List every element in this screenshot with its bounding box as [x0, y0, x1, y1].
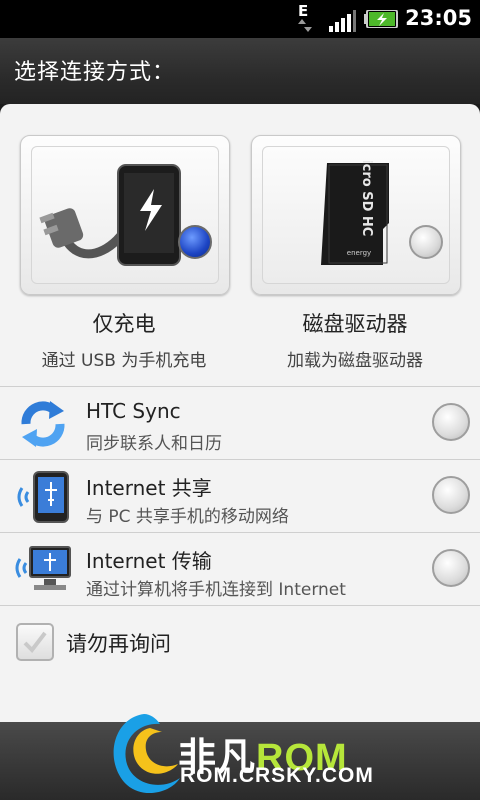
connection-type-dialog: 仅充电 通过 USB 为手机充电 micro SD HC energy 磁盘驱动… [0, 104, 480, 722]
option-subtitle: 同步联系人和日历 [86, 434, 222, 454]
disk-drive-label: 磁盘驱动器 [302, 312, 408, 336]
internet-sharing-radio[interactable] [432, 476, 470, 514]
computer-share-icon [15, 546, 71, 590]
option-title: Internet 传输 [86, 549, 212, 573]
dialog-title: 选择连接方式： [14, 60, 176, 85]
sync-icon [21, 401, 65, 447]
charge-only-tile[interactable] [20, 135, 230, 295]
option-htc-sync[interactable]: HTC Sync 同步联系人和日历 [0, 387, 480, 459]
network-e-icon: E [298, 2, 312, 32]
battery-charging-icon [364, 10, 398, 28]
option-internet-pass-through[interactable]: Internet 传输 通过计算机将手机连接到 Internet [0, 533, 480, 605]
svg-text:energy: energy [347, 249, 371, 257]
internet-pass-through-radio[interactable] [432, 549, 470, 587]
disk-drive-subtitle: 加载为磁盘驱动器 [287, 351, 423, 371]
status-time: 23:05 [405, 6, 472, 30]
charger-phone-icon [39, 164, 181, 266]
divider [0, 605, 480, 606]
svg-text:micro SD HC: micro SD HC [359, 161, 374, 236]
checkmark-icon [23, 631, 47, 654]
charge-only-radio[interactable] [178, 225, 212, 259]
option-subtitle: 通过计算机将手机连接到 Internet [86, 580, 346, 600]
option-subtitle: 与 PC 共享手机的移动网络 [86, 507, 289, 527]
charge-only-subtitle: 通过 USB 为手机充电 [41, 351, 207, 371]
disk-drive-tile[interactable]: micro SD HC energy [251, 135, 461, 295]
sd-card-icon: micro SD HC energy [321, 161, 389, 265]
phone-share-icon [17, 471, 69, 523]
watermark-url: ROM.CRSKY.COM [180, 764, 374, 787]
status-bar: E 23:05 [0, 0, 480, 38]
signal-icon [329, 10, 356, 32]
dont-ask-checkbox[interactable] [16, 623, 54, 661]
dialog-header: 选择连接方式： [0, 38, 480, 104]
htc-sync-radio[interactable] [432, 403, 470, 441]
dont-ask-label[interactable]: 请勿再询问 [66, 628, 171, 658]
option-title: Internet 共享 [86, 476, 212, 500]
charge-only-label: 仅充电 [92, 312, 156, 336]
option-internet-sharing[interactable]: Internet 共享 与 PC 共享手机的移动网络 [0, 460, 480, 532]
watermark-logo-icon [113, 714, 180, 794]
option-title: HTC Sync [86, 399, 181, 423]
disk-drive-radio[interactable] [409, 225, 443, 259]
svg-text:E: E [298, 2, 308, 20]
